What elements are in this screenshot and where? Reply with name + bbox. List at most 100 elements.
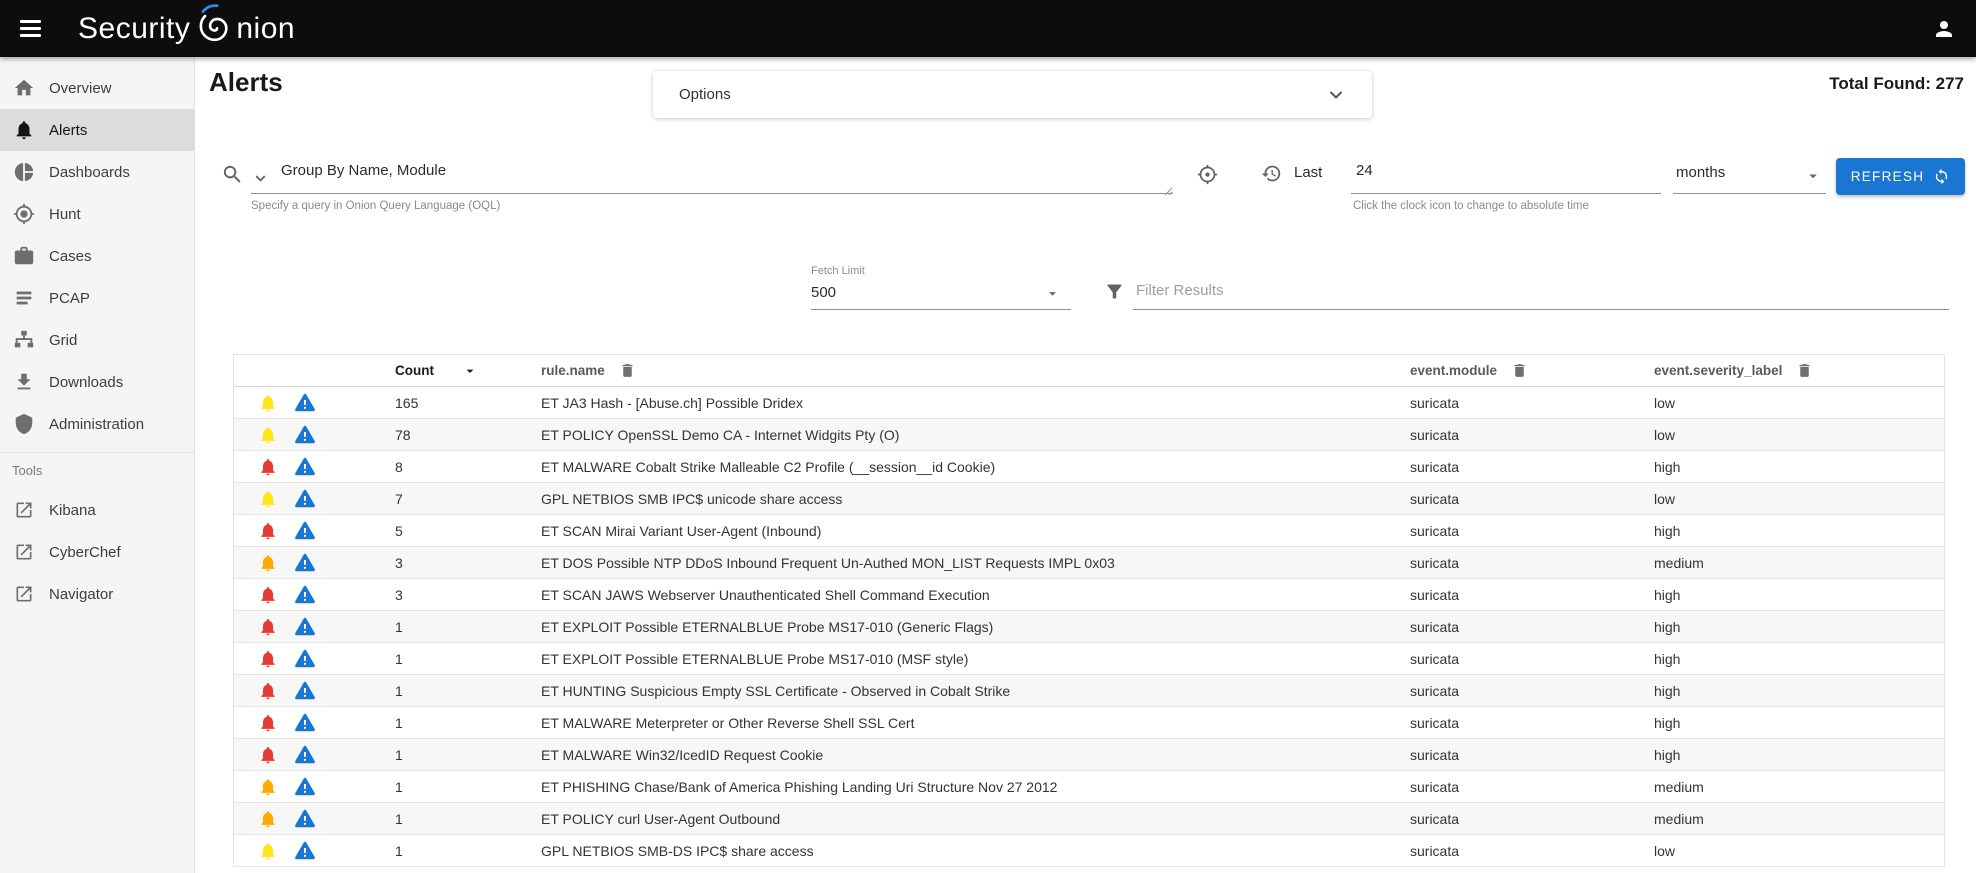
last-label: Last [1294,164,1322,181]
filter-results-input[interactable] [1136,282,1936,299]
alert-bell-icon[interactable] [258,521,278,541]
rule-name[interactable]: ET HUNTING Suspicious Empty SSL Certific… [541,683,1410,699]
trash-icon[interactable] [1796,362,1813,379]
sidebar-item-hunt[interactable]: Hunt [0,193,194,235]
fetch-limit-caret-icon[interactable] [1044,285,1061,302]
brand-text-before: Security [78,12,190,46]
alert-bell-icon[interactable] [258,713,278,733]
warning-triangle-icon[interactable] [294,392,316,414]
column-header-rule-name[interactable]: rule.name [541,362,1410,379]
sort-desc-icon [462,363,478,379]
sidebar-item-navigator[interactable]: Navigator [0,573,194,615]
alert-bell-icon[interactable] [258,553,278,573]
resize-handle-icon[interactable] [1164,183,1173,201]
sidebar-item-cases[interactable]: Cases [0,235,194,277]
warning-triangle-icon[interactable] [294,616,316,638]
fetch-limit-select[interactable]: 500 [811,284,836,301]
severity-label: low [1654,395,1944,411]
warning-triangle-icon[interactable] [294,808,316,830]
rule-name[interactable]: ET PHISHING Chase/Bank of America Phishi… [541,779,1410,795]
table-row: 5 ET SCAN Mirai Variant User-Agent (Inbo… [234,515,1944,547]
options-panel[interactable]: Options [653,71,1372,118]
alert-bell-icon[interactable] [258,393,278,413]
count-value: 1 [395,683,541,699]
rule-name[interactable]: ET MALWARE Cobalt Strike Malleable C2 Pr… [541,459,1410,475]
trash-icon[interactable] [1511,362,1528,379]
sidebar-item-grid[interactable]: Grid [0,319,194,361]
external-link-icon [12,540,36,564]
column-header-severity[interactable]: event.severity_label [1654,362,1944,379]
warning-triangle-icon[interactable] [294,552,316,574]
sidebar-item-downloads[interactable]: Downloads [0,361,194,403]
trash-icon[interactable] [619,362,636,379]
event-module: suricata [1410,427,1654,443]
rule-name[interactable]: GPL NETBIOS SMB-DS IPC$ share access [541,843,1410,859]
target-icon[interactable] [1197,164,1218,190]
alert-bell-icon[interactable] [258,489,278,509]
warning-triangle-icon[interactable] [294,840,316,862]
app-bar: Security nion [0,0,1976,57]
alert-bell-icon[interactable] [258,841,278,861]
query-input[interactable] [281,162,1161,179]
warning-triangle-icon[interactable] [294,456,316,478]
alert-bell-icon[interactable] [258,617,278,637]
alert-bell-icon[interactable] [258,777,278,797]
alert-bell-icon[interactable] [258,585,278,605]
sidebar-item-dashboards[interactable]: Dashboards [0,151,194,193]
sidebar-item-administration[interactable]: Administration [0,403,194,445]
sitemap-icon [12,328,36,352]
user-account-icon[interactable] [1922,7,1966,51]
severity-label: low [1654,491,1944,507]
rule-name[interactable]: ET DOS Possible NTP DDoS Inbound Frequen… [541,555,1410,571]
sidebar-item-kibana[interactable]: Kibana [0,489,194,531]
filter-funnel-icon [1104,281,1125,307]
history-clock-icon[interactable] [1261,163,1282,189]
unit-caret-icon[interactable] [1804,167,1822,185]
download-icon [12,370,36,394]
alert-bell-icon[interactable] [258,809,278,829]
rule-name[interactable]: GPL NETBIOS SMB IPC$ unicode share acces… [541,491,1410,507]
rule-name[interactable]: ET EXPLOIT Possible ETERNALBLUE Probe MS… [541,619,1410,635]
warning-triangle-icon[interactable] [294,520,316,542]
menu-icon[interactable] [8,9,52,49]
alert-bell-icon[interactable] [258,457,278,477]
fetch-limit-label: Fetch Limit [811,265,865,277]
chevron-down-icon [1326,85,1346,105]
rule-name[interactable]: ET SCAN Mirai Variant User-Agent (Inboun… [541,523,1410,539]
rule-name[interactable]: ET MALWARE Win32/IcedID Request Cookie [541,747,1410,763]
unit-select[interactable]: months [1676,164,1725,181]
rule-name[interactable]: ET POLICY OpenSSL Demo CA - Internet Wid… [541,427,1410,443]
warning-triangle-icon[interactable] [294,648,316,670]
sidebar-item-pcap[interactable]: PCAP [0,277,194,319]
column-header-event-module[interactable]: event.module [1410,362,1654,379]
warning-triangle-icon[interactable] [294,744,316,766]
sidebar-item-alerts[interactable]: Alerts [0,109,194,151]
table-row: 3 ET DOS Possible NTP DDoS Inbound Frequ… [234,547,1944,579]
alert-bell-icon[interactable] [258,649,278,669]
sidebar-item-cyberchef[interactable]: CyberChef [0,531,194,573]
rule-name[interactable]: ET JA3 Hash - [Abuse.ch] Possible Dridex [541,395,1410,411]
rule-name[interactable]: ET EXPLOIT Possible ETERNALBLUE Probe MS… [541,651,1410,667]
warning-triangle-icon[interactable] [294,712,316,734]
search-icon[interactable] [221,163,244,191]
warning-triangle-icon[interactable] [294,680,316,702]
refresh-button[interactable]: REFRESH [1836,158,1965,195]
event-module: suricata [1410,683,1654,699]
duration-input[interactable] [1356,162,1656,179]
severity-label: high [1654,459,1944,475]
rule-name[interactable]: ET MALWARE Meterpreter or Other Reverse … [541,715,1410,731]
warning-triangle-icon[interactable] [294,776,316,798]
event-module: suricata [1410,747,1654,763]
warning-triangle-icon[interactable] [294,424,316,446]
rule-name[interactable]: ET POLICY curl User-Agent Outbound [541,811,1410,827]
rule-name[interactable]: ET SCAN JAWS Webserver Unauthenticated S… [541,587,1410,603]
alert-bell-icon[interactable] [258,425,278,445]
total-found-label: Total Found: 277 [1829,74,1964,94]
query-dropdown-chevron-icon[interactable] [253,171,268,191]
sidebar-item-overview[interactable]: Overview [0,67,194,109]
warning-triangle-icon[interactable] [294,584,316,606]
alert-bell-icon[interactable] [258,745,278,765]
warning-triangle-icon[interactable] [294,488,316,510]
alert-bell-icon[interactable] [258,681,278,701]
column-header-count[interactable]: Count [395,363,541,379]
